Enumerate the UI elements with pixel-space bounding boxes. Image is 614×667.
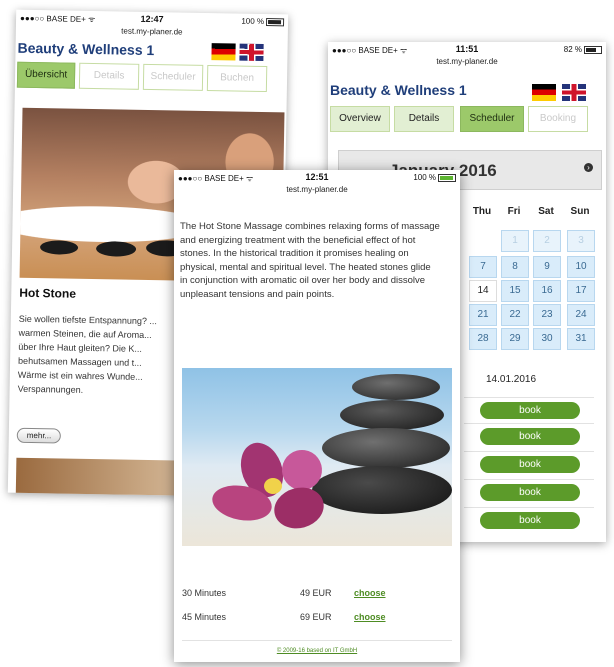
price-label: 49 EUR <box>300 588 332 598</box>
price-row: 45 Minutes 69 EUR choose <box>182 612 452 626</box>
calendar-day[interactable]: 16 <box>533 280 561 302</box>
duration-label: 30 Minutes <box>182 588 227 598</box>
slot-divider <box>464 451 594 452</box>
footer-divider <box>182 640 452 641</box>
tab-booking[interactable]: Booking <box>528 106 588 132</box>
tab-overview[interactable]: Übersicht <box>16 61 76 89</box>
footer-link[interactable]: © 2009-16 based on IT GmbH <box>174 648 460 654</box>
slot-divider <box>464 397 594 398</box>
calendar-day[interactable]: 8 <box>501 256 529 278</box>
calendar-day[interactable]: 17 <box>567 280 595 302</box>
tab-details[interactable]: Details <box>394 106 454 132</box>
english-flag-icon[interactable] <box>239 43 264 61</box>
address-bar[interactable]: test.my-planer.de <box>174 184 460 196</box>
status-bar: ●●●○○ BASE DE+ ᯤ 12:51 100 % <box>174 170 460 184</box>
german-flag-icon[interactable] <box>211 43 236 61</box>
stone-shape <box>95 241 137 257</box>
calendar-day[interactable]: 30 <box>533 328 561 350</box>
tab-bar: Overview Details Scheduler Booking <box>328 106 606 132</box>
calendar-day[interactable]: 29 <box>501 328 529 350</box>
german-flag-icon[interactable] <box>532 84 556 101</box>
next-month-icon[interactable]: › <box>584 163 593 172</box>
book-button[interactable]: book <box>480 484 580 501</box>
calendar-day[interactable]: 22 <box>501 304 529 326</box>
selected-date: 14.01.2016 <box>486 374 537 385</box>
calendar-day[interactable]: 24 <box>567 304 595 326</box>
calendar-day[interactable]: 9 <box>533 256 561 278</box>
service-description: Sie wollen tiefste Entspannung? ... warm… <box>17 313 158 395</box>
calendar-day[interactable]: 7 <box>469 256 497 278</box>
duration-label: 45 Minutes <box>182 612 227 622</box>
price-label: 69 EUR <box>300 612 332 622</box>
book-button[interactable]: book <box>480 456 580 473</box>
more-button[interactable]: mehr... <box>16 427 62 444</box>
battery-icon <box>265 17 285 27</box>
battery-indicator: 82 % <box>564 45 602 54</box>
service-description: The Hot Stone Massage combines relaxing … <box>180 221 440 300</box>
tab-scheduler[interactable]: Scheduler <box>460 106 524 132</box>
weekday-label: Sun <box>570 206 590 217</box>
battery-percent: 100 % <box>413 173 436 182</box>
stone-shape <box>352 374 440 400</box>
tab-overview[interactable]: Overview <box>330 106 390 132</box>
front-phone-screen: ●●●○○ BASE DE+ ᯤ 12:51 100 % test.my-pla… <box>174 170 460 662</box>
stone-shape <box>322 428 450 468</box>
brand-header: Beauty & Wellness 1 <box>328 68 606 101</box>
calendar-day[interactable]: 21 <box>469 304 497 326</box>
stone-shape <box>312 466 452 514</box>
tab-details[interactable]: Details <box>78 62 140 90</box>
calendar-day[interactable]: 2 <box>533 230 561 252</box>
book-button[interactable]: book <box>480 512 580 529</box>
battery-percent: 100 % <box>241 16 265 26</box>
book-button[interactable]: book <box>480 428 580 445</box>
tab-scheduler[interactable]: Scheduler <box>142 63 204 91</box>
english-flag-icon[interactable] <box>562 84 586 101</box>
battery-indicator: 100 % <box>241 16 285 27</box>
battery-icon <box>438 173 456 182</box>
price-row: 30 Minutes 49 EUR choose <box>182 588 452 602</box>
service-title: Hot Stone <box>19 285 77 301</box>
calendar-day[interactable]: 1 <box>501 230 529 252</box>
stone-shape <box>340 400 444 430</box>
calendar-day[interactable]: 28 <box>469 328 497 350</box>
slot-divider <box>464 507 594 508</box>
calendar-day[interactable]: 10 <box>567 256 595 278</box>
calendar-day[interactable]: 14 <box>469 280 497 302</box>
calendar-day[interactable]: 31 <box>567 328 595 350</box>
calendar-day[interactable]: 23 <box>533 304 561 326</box>
stone-shape <box>39 240 79 255</box>
battery-percent: 82 % <box>563 45 582 54</box>
calendar-day[interactable]: 15 <box>501 280 529 302</box>
tab-booking[interactable]: Buchen <box>206 65 268 93</box>
brand-title: Beauty & Wellness 1 <box>17 39 155 59</box>
battery-indicator: 100 % <box>413 173 456 182</box>
slot-divider <box>464 479 594 480</box>
choose-link[interactable]: choose <box>354 612 386 622</box>
book-button[interactable]: book <box>480 402 580 419</box>
weekday-label: Fri <box>507 206 521 217</box>
weekday-label: Thu <box>472 206 492 217</box>
status-bar: ●●●○○ BASE DE+ ᯤ 11:51 82 % <box>328 42 606 56</box>
slot-divider <box>464 423 594 424</box>
orchid-center <box>264 478 282 494</box>
choose-link[interactable]: choose <box>354 588 386 598</box>
hot-stones-photo <box>182 368 452 546</box>
tab-bar: Übersicht Details Scheduler Buchen <box>15 61 287 93</box>
brand-title: Beauty & Wellness 1 <box>330 82 467 98</box>
calendar-day[interactable]: 3 <box>567 230 595 252</box>
address-bar[interactable]: test.my-planer.de <box>328 56 606 68</box>
battery-icon <box>584 45 602 54</box>
weekday-label: Sat <box>538 206 554 217</box>
